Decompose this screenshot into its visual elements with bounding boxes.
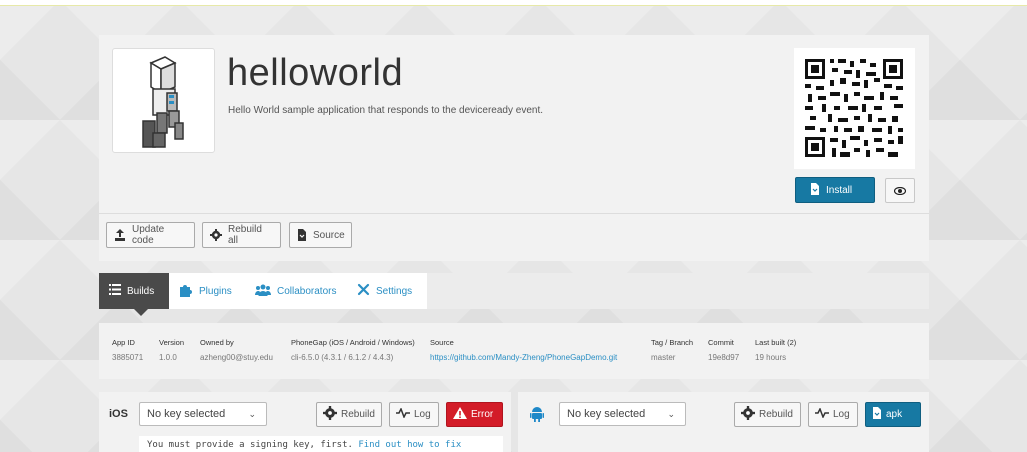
rebuild-all-button[interactable]: Rebuild all [202, 222, 281, 248]
rebuild-all-label: Rebuild all [228, 224, 262, 246]
android-log-label: Log [833, 409, 850, 420]
ios-log-label: Log [414, 409, 431, 420]
top-bar [0, 0, 1027, 6]
gear-icon [741, 406, 755, 423]
source-label: Source [313, 229, 345, 241]
app-icon [112, 48, 215, 153]
source-repo-link[interactable]: https://github.com/Mandy-Zheng/PhoneGapD… [430, 353, 617, 362]
app-title: helloworld [227, 52, 404, 94]
chevron-down-icon: ⌄ [667, 409, 675, 419]
android-log-button[interactable]: Log [808, 402, 858, 427]
info-last-built: Last built (2) 19 hours [755, 338, 797, 362]
tab-builds[interactable]: Builds [99, 273, 169, 309]
download-file-icon [297, 229, 307, 241]
ios-error-button[interactable]: Error [446, 402, 503, 427]
tab-settings-label: Settings [376, 285, 413, 297]
warning-icon [453, 407, 467, 422]
gear-icon [323, 406, 337, 423]
install-button[interactable]: Install [795, 177, 875, 203]
chevron-down-icon: ⌄ [248, 409, 256, 419]
apk-label: apk [886, 409, 903, 420]
ios-build-panel: iOS No key selected ⌄ Rebuild Log Error … [99, 392, 511, 452]
tab-plugins[interactable]: Plugins [169, 273, 245, 309]
ios-key-select-value: No key selected [147, 408, 226, 420]
tab-collaborators-label: Collaborators [277, 285, 337, 297]
apk-download-button[interactable]: apk [865, 402, 921, 427]
android-rebuild-button[interactable]: Rebuild [734, 402, 801, 427]
ios-error-label: Error [471, 409, 494, 420]
download-file-icon [872, 407, 882, 422]
info-owner: Owned by azheng00@stuy.edu [200, 338, 273, 362]
pulse-icon [815, 407, 829, 421]
source-button[interactable]: Source [289, 222, 352, 248]
wrench-icon [357, 283, 370, 299]
ios-log-button[interactable]: Log [389, 402, 439, 427]
tab-plugins-label: Plugins [199, 285, 232, 297]
tab-collaborators[interactable]: Collaborators [245, 273, 347, 309]
puzzle-icon [179, 283, 193, 300]
install-label: Install [826, 184, 853, 196]
list-icon [109, 284, 121, 298]
build-info-panel: App ID 3885071 Version 1.0.0 Owned by az… [99, 323, 929, 379]
app-header-panel: helloworld Hello World sample applicatio… [99, 35, 929, 261]
gear-icon [210, 229, 222, 241]
ios-rebuild-label: Rebuild [341, 409, 375, 420]
ios-rebuild-button[interactable]: Rebuild [316, 402, 382, 427]
install-icon [810, 182, 820, 198]
ios-label: iOS [109, 408, 128, 420]
tab-bar: Builds Plugins Collaborators Settings [99, 273, 929, 309]
ios-key-select[interactable]: No key selected ⌄ [139, 402, 267, 426]
fix-help-link[interactable]: Find out how to fix [358, 440, 461, 450]
android-rebuild-label: Rebuild [759, 409, 793, 420]
app-description: Hello World sample application that resp… [228, 105, 543, 116]
info-commit: Commit 19e8d97 [708, 338, 740, 362]
android-key-select[interactable]: No key selected ⌄ [559, 402, 686, 426]
pulse-icon [396, 407, 410, 421]
eye-icon [893, 182, 907, 200]
android-key-select-value: No key selected [567, 408, 646, 420]
ios-error-message: You must provide a signing key, first. F… [139, 436, 503, 452]
tab-settings[interactable]: Settings [347, 273, 427, 309]
android-build-panel: No key selected ⌄ Rebuild Log apk [518, 392, 929, 452]
info-app-id: App ID 3885071 [112, 338, 144, 362]
info-version: Version 1.0.0 [159, 338, 185, 362]
qr-code-icon [794, 48, 915, 169]
upload-icon [114, 229, 126, 241]
info-source: Source https://github.com/Mandy-Zheng/Ph… [430, 338, 618, 362]
update-code-button[interactable]: Update code [106, 222, 195, 248]
people-icon [255, 284, 271, 299]
action-row: Update code Rebuild all Source [99, 213, 929, 261]
android-icon [530, 406, 544, 427]
tab-builds-label: Builds [127, 285, 155, 297]
update-code-label: Update code [132, 224, 165, 246]
active-tab-caret [134, 309, 148, 316]
preview-button[interactable] [885, 178, 915, 203]
ios-error-text: You must provide a signing key, first. [147, 440, 353, 450]
info-phonegap: PhoneGap (iOS / Android / Windows) cli-6… [291, 338, 415, 362]
info-tag-branch: Tag / Branch master [651, 338, 694, 362]
